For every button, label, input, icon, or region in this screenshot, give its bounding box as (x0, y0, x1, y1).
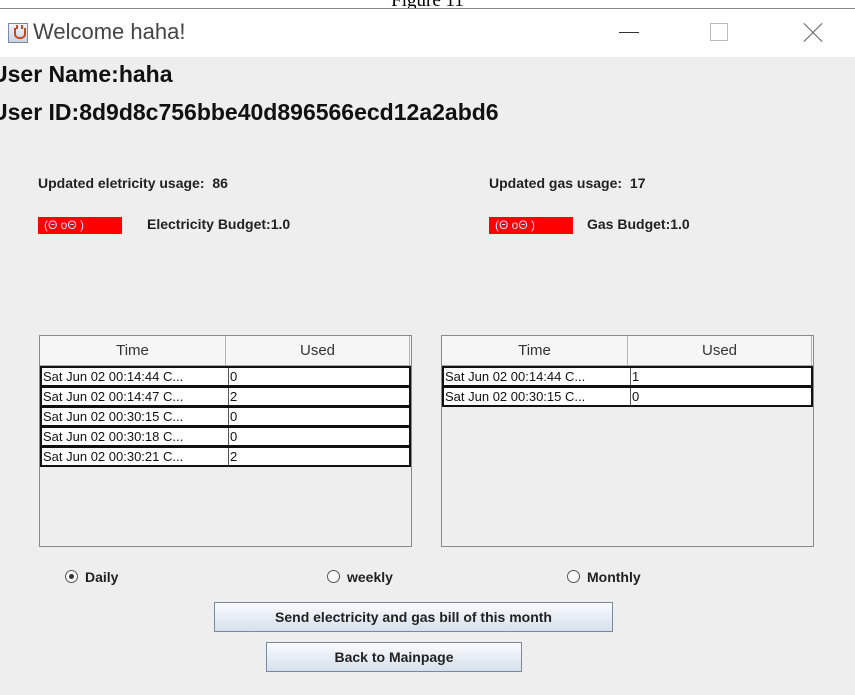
time-cell[interactable]: Sat Jun 02 00:30:15 C... (445, 388, 626, 405)
gas-status-badge: (Θ oΘ ) (489, 217, 573, 234)
time-cell[interactable]: Sat Jun 02 00:14:47 C... (43, 388, 224, 405)
java-app-icon (8, 23, 28, 43)
used-cell[interactable]: 1 (630, 368, 812, 385)
gas-usage-text: Updated gas usage: (489, 175, 623, 191)
radio-weekly-label[interactable]: weekly (347, 569, 393, 585)
gas-budget-label: Gas Budget:1.0 (587, 216, 690, 232)
table-row[interactable]: Sat Jun 02 00:30:15 C... 0 (40, 407, 411, 427)
time-cell[interactable]: Sat Jun 02 00:30:21 C... (43, 448, 224, 465)
used-cell[interactable]: 0 (228, 408, 410, 425)
radio-monthly-indicator[interactable] (567, 570, 580, 583)
table-row[interactable]: Sat Jun 02 00:30:15 C... 0 (442, 387, 813, 407)
time-cell[interactable]: Sat Jun 02 00:30:18 C... (43, 428, 224, 445)
main-panel: User Name:haha User ID:8d9d8c756bbe40d89… (0, 57, 855, 695)
used-cell[interactable]: 2 (228, 388, 410, 405)
table-header: Time Used (40, 336, 411, 366)
table-row[interactable]: Sat Jun 02 00:30:21 C... 2 (40, 447, 411, 467)
radio-daily-label[interactable]: Daily (85, 569, 118, 585)
time-cell[interactable]: Sat Jun 02 00:14:44 C... (43, 368, 224, 385)
table-body: Sat Jun 02 00:14:44 C... 0 Sat Jun 02 00:1… (40, 366, 411, 467)
close-icon[interactable] (789, 13, 835, 53)
radio-daily-indicator[interactable] (65, 570, 78, 583)
minimize-icon[interactable] (605, 13, 651, 53)
column-header-used[interactable]: Used (628, 336, 812, 365)
electricity-usage-label: Updated eletricity usage: 86 (38, 175, 228, 191)
radio-weekly-indicator[interactable] (327, 570, 340, 583)
column-header-time[interactable]: Time (40, 336, 226, 365)
table-row[interactable]: Sat Jun 02 00:30:18 C... 0 (40, 427, 411, 447)
used-cell[interactable]: 0 (630, 388, 812, 405)
send-bill-button[interactable]: Send electricity and gas bill of this mo… (214, 602, 613, 632)
time-cell[interactable]: Sat Jun 02 00:30:15 C... (43, 408, 224, 425)
time-cell[interactable]: Sat Jun 02 00:14:44 C... (445, 368, 626, 385)
used-cell[interactable]: 2 (228, 448, 410, 465)
table-row[interactable]: Sat Jun 02 00:14:44 C... 1 (442, 366, 813, 387)
used-cell[interactable]: 0 (228, 368, 410, 385)
table-header: Time Used (442, 336, 813, 366)
column-header-time[interactable]: Time (442, 336, 628, 365)
gas-table[interactable]: Time Used Sat Jun 02 00:14:44 C... 1 Sat J… (441, 335, 814, 547)
table-body: Sat Jun 02 00:14:44 C... 1 Sat Jun 02 00:3… (442, 366, 813, 407)
used-cell[interactable]: 0 (228, 428, 410, 445)
back-to-mainpage-button[interactable]: Back to Mainpage (266, 642, 522, 672)
column-header-used[interactable]: Used (226, 336, 410, 365)
electricity-status-badge: (Θ oΘ ) (38, 217, 122, 234)
user-id-label: User ID:8d9d8c756bbe40d896566ecd12a2abd6 (0, 99, 499, 125)
gas-usage-value: 17 (629, 175, 646, 191)
electricity-usage-value: 86 (212, 175, 228, 191)
maximize-icon[interactable] (696, 13, 742, 53)
electricity-budget-label: Electricity Budget:1.0 (147, 216, 291, 232)
gas-usage-label: Updated gas usage: 17 (489, 175, 646, 191)
table-row[interactable]: Sat Jun 02 00:14:47 C... 2 (40, 387, 411, 407)
electricity-usage-text: Updated eletricity usage: (38, 175, 205, 191)
window-titlebar[interactable]: Welcome haha! (0, 9, 855, 57)
user-name-label: User Name:haha (0, 61, 173, 87)
window-title: Welcome haha! (33, 19, 186, 44)
radio-monthly-label[interactable]: Monthly (587, 569, 641, 585)
table-row[interactable]: Sat Jun 02 00:14:44 C... 0 (40, 366, 411, 387)
electricity-table[interactable]: Time Used Sat Jun 02 00:14:44 C... 0 Sat J… (39, 335, 412, 547)
